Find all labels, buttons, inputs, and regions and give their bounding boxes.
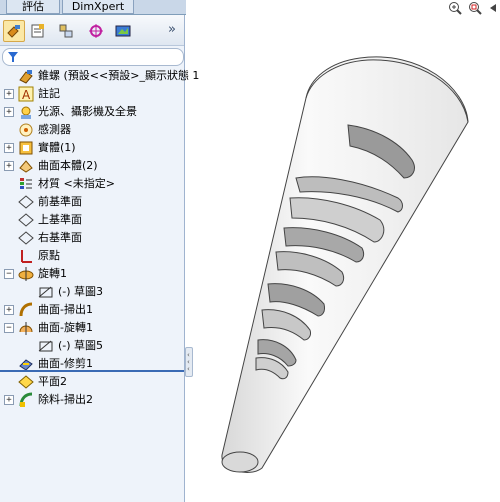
tree-item-label: 材質 <未指定> (38, 177, 115, 190)
tree-item-label: 錐螺 (預設<<預設>_顯示狀態 1 (38, 69, 200, 82)
plane-icon (18, 194, 34, 210)
zoom-to-fit-icon[interactable] (448, 1, 462, 18)
tree-item[interactable]: 前基準面 (0, 193, 184, 211)
tree-item-label: (-) 草圖5 (58, 339, 104, 352)
tapered-screw-model[interactable] (190, 20, 490, 480)
tree-item-label: 曲面本體(2) (38, 159, 98, 172)
tree-item[interactable]: + 曲面-掃出1 (0, 301, 184, 319)
tab-dimxpert[interactable]: DimXpert (62, 0, 134, 14)
lights-icon (18, 104, 34, 120)
tree-item[interactable]: − 曲面-旋轉1 (0, 319, 184, 337)
expand-icon[interactable]: + (4, 107, 14, 117)
view-toolbar (444, 0, 500, 18)
tree-item[interactable]: 右基準面 (0, 229, 184, 247)
tree-item[interactable]: + A 註記 (0, 85, 184, 103)
material-icon (18, 176, 34, 192)
tree-item[interactable]: 上基準面 (0, 211, 184, 229)
feature-manager-tab-icon[interactable] (3, 20, 25, 42)
tree-item-label: 曲面-掃出1 (38, 303, 93, 316)
tree-item[interactable]: 材質 <未指定> (0, 175, 184, 193)
tree-item[interactable]: + 光源、攝影機及全景 (0, 103, 184, 121)
expand-icon[interactable]: + (4, 143, 14, 153)
tree-item-label: 前基準面 (38, 195, 82, 208)
tree-item[interactable]: − 旋轉1 (0, 265, 184, 283)
expand-icon[interactable]: + (4, 305, 14, 315)
property-manager-tab-icon[interactable] (27, 20, 49, 42)
origin-icon (18, 248, 34, 264)
tree-item[interactable]: + 實體(1) (0, 139, 184, 157)
tree-item[interactable]: 感測器 (0, 121, 184, 139)
rollback-bar[interactable] (0, 370, 184, 372)
sketch-icon (38, 284, 54, 300)
tree-item-label: 註記 (38, 87, 60, 100)
cut-sweep-icon (18, 392, 34, 408)
tree-item-label: 光源、攝影機及全景 (38, 105, 137, 118)
tab-strip: 評估 DimXpert (0, 0, 186, 15)
tree-item-label: 平面2 (38, 375, 67, 388)
tree-item-label: (-) 草圖3 (58, 285, 104, 298)
tree-item[interactable]: (-) 草圖5 (0, 337, 184, 355)
plane2-icon (18, 374, 34, 390)
surface-sweep-icon (18, 302, 34, 318)
expand-icon[interactable]: + (4, 161, 14, 171)
expand-icon[interactable]: + (4, 89, 14, 99)
display-manager-tab-icon[interactable] (112, 20, 134, 42)
surface-bodies-icon (18, 158, 34, 174)
part-icon (18, 68, 34, 84)
tree-filter-field[interactable] (2, 48, 184, 66)
surface-revolve-icon (18, 320, 34, 336)
zoom-to-area-icon[interactable] (468, 1, 482, 18)
tree-item[interactable]: 原點 (0, 247, 184, 265)
svg-text:A: A (22, 88, 31, 102)
collapse-icon[interactable]: − (4, 269, 14, 279)
tree-item-label: 除料-掃出2 (38, 393, 93, 406)
annotation-icon: A (18, 86, 34, 102)
tree-item[interactable]: 錐螺 (預設<<預設>_顯示狀態 1 (0, 67, 199, 85)
plane-icon (18, 230, 34, 246)
tree-item-label: 感測器 (38, 123, 71, 136)
configuration-manager-tab-icon[interactable] (55, 20, 77, 42)
expand-icon[interactable]: + (4, 395, 14, 405)
tree-item-label: 曲面-修剪1 (38, 357, 93, 370)
revolve-icon (18, 266, 34, 282)
collapse-icon[interactable]: − (4, 323, 14, 333)
tab-evaluate[interactable]: 評估 (6, 0, 60, 14)
tree-item[interactable]: (-) 草圖3 (0, 283, 184, 301)
more-tabs-chevron-icon[interactable]: » (168, 22, 176, 37)
tree-item-label: 上基準面 (38, 213, 82, 226)
panel-toolbar: » (0, 15, 184, 46)
plane-icon (18, 212, 34, 228)
previous-view-icon[interactable] (488, 1, 500, 18)
tree-item[interactable]: + 曲面本體(2) (0, 157, 184, 175)
tree-item-label: 旋轉1 (38, 267, 67, 280)
sketch-icon (38, 338, 54, 354)
tree-item-label: 曲面-旋轉1 (38, 321, 93, 334)
tree-item[interactable]: + 除料-掃出2 (0, 391, 184, 409)
sensor-icon (18, 122, 34, 138)
tree-item[interactable]: 平面2 (0, 373, 184, 391)
feature-manager-panel: » 錐螺 (預設<<預設>_顯示狀態 1 + A 註記 + 光源、攝影機及全景 感測器 + 實體… (0, 15, 199, 502)
solid-bodies-icon (18, 140, 34, 156)
tree-item-label: 右基準面 (38, 231, 82, 244)
tree-item-label: 實體(1) (38, 141, 76, 154)
filter-icon (8, 52, 18, 62)
tree-item-label: 原點 (38, 249, 60, 262)
dimxpert-manager-tab-icon[interactable] (85, 20, 107, 42)
